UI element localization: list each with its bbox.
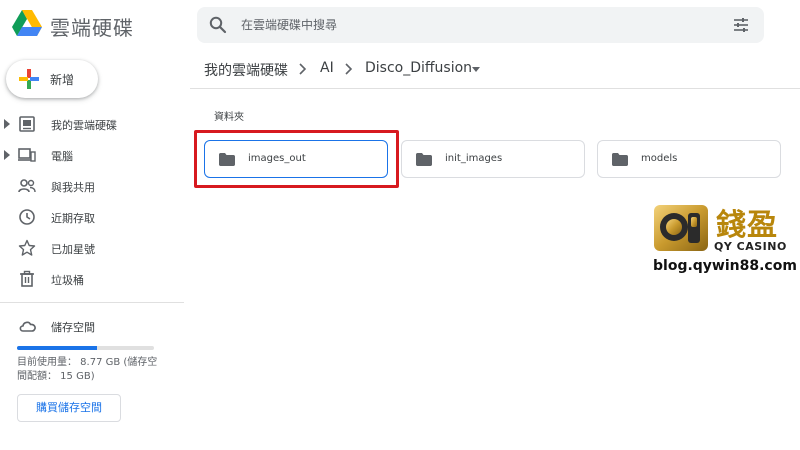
header: 雲端硬碟	[0, 0, 800, 48]
new-button[interactable]: 新增	[6, 60, 98, 98]
storage-usage-bar	[17, 346, 154, 350]
computer-icon	[18, 148, 36, 162]
folder-models[interactable]: models	[597, 140, 781, 178]
tune-icon[interactable]	[732, 16, 750, 34]
shared-icon	[18, 179, 36, 193]
sidebar-item-shared[interactable]: 與我共用	[0, 172, 184, 200]
storage-usage-fill	[17, 346, 98, 350]
cloud-icon	[19, 321, 36, 332]
trash-icon	[20, 270, 34, 287]
breadcrumb-disco-diffusion[interactable]: Disco_Diffusion	[365, 60, 472, 76]
expand-arrow-icon[interactable]	[4, 119, 10, 129]
watermark-url: blog.qywin88.com	[653, 258, 797, 274]
plus-icon	[19, 69, 39, 89]
sidebar-item-label: 近期存取	[51, 212, 95, 225]
breadcrumb-ai[interactable]: AI	[320, 60, 334, 76]
search-bar[interactable]	[197, 7, 764, 43]
sidebar-item-starred[interactable]: 已加星號	[0, 234, 184, 262]
sidebar-item-label: 與我共用	[51, 181, 95, 194]
chevron-right-icon	[345, 63, 353, 75]
chevron-right-icon	[299, 63, 307, 75]
casino-logo-icon	[654, 205, 708, 251]
sidebar-item-label: 已加星號	[51, 243, 95, 256]
storage-usage-text: 目前使用量： 8.77 GB (儲存空間配額： 15 GB)	[17, 357, 158, 382]
folder-name: init_images	[445, 153, 503, 164]
dropdown-arrow-icon[interactable]	[472, 67, 480, 72]
app-title: 雲端硬碟	[50, 16, 134, 40]
star-icon	[18, 239, 36, 256]
watermark-brand-en: QY CASINO	[714, 240, 787, 253]
google-drive-logo[interactable]	[12, 10, 42, 36]
clock-icon	[19, 209, 35, 225]
sidebar-divider	[0, 302, 184, 303]
sidebar-item-trash[interactable]: 垃圾桶	[0, 265, 184, 293]
buy-storage-button[interactable]: 購買儲存空間	[17, 394, 121, 422]
search-input[interactable]	[241, 7, 701, 43]
sidebar-item-my-drive[interactable]: 我的雲端硬碟	[0, 110, 184, 138]
search-icon[interactable]	[209, 16, 227, 34]
sidebar-item-label: 我的雲端硬碟	[51, 119, 117, 132]
watermark-brand-cn: 錢盈	[716, 208, 778, 243]
sidebar-item-storage[interactable]: 儲存空間	[0, 312, 184, 340]
sidebar-item-computers[interactable]: 電腦	[0, 141, 184, 169]
highlight-annotation-box	[194, 130, 399, 188]
new-button-label: 新增	[50, 73, 75, 87]
folder-icon	[416, 153, 432, 166]
storage-label: 儲存空間	[51, 321, 95, 334]
my-drive-icon	[19, 116, 35, 132]
sidebar-item-label: 垃圾桶	[51, 274, 84, 287]
folder-init-images[interactable]: init_images	[401, 140, 585, 178]
folder-name: models	[641, 153, 678, 164]
folder-icon	[612, 153, 628, 166]
sidebar-item-recent[interactable]: 近期存取	[0, 203, 184, 231]
sidebar-item-label: 電腦	[51, 150, 73, 163]
expand-arrow-icon[interactable]	[4, 150, 10, 160]
toolbar-divider	[190, 88, 800, 89]
folders-section-label: 資料夾	[214, 112, 244, 123]
breadcrumb-my-drive[interactable]: 我的雲端硬碟	[204, 60, 288, 80]
